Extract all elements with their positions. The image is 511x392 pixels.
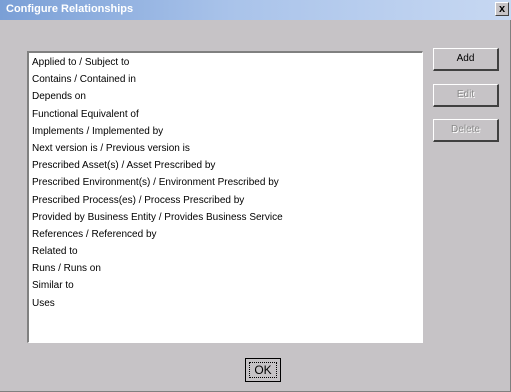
close-button[interactable]: x xyxy=(495,2,509,16)
list-item[interactable]: Depends on xyxy=(32,88,422,105)
list-item[interactable]: Implements / Implemented by xyxy=(32,123,422,140)
list-item[interactable]: Prescribed Asset(s) / Asset Prescribed b… xyxy=(32,157,422,174)
relationships-listbox[interactable]: Applied to / Subject to Contains / Conta… xyxy=(27,51,423,343)
list-item[interactable]: Uses xyxy=(32,295,422,312)
list-item[interactable]: Runs / Runs on xyxy=(32,260,422,277)
list-item[interactable]: Provided by Business Entity / Provides B… xyxy=(32,209,422,226)
configure-relationships-dialog: Configure Relationships x Applied to / S… xyxy=(0,0,511,392)
list-item[interactable]: Similar to xyxy=(32,277,422,294)
edit-button[interactable]: Edit xyxy=(433,84,499,107)
list-item[interactable]: References / Referenced by xyxy=(32,226,422,243)
window-title: Configure Relationships xyxy=(6,3,134,15)
list-item[interactable]: Functional Equivalent of xyxy=(32,106,422,123)
relationships-list: Applied to / Subject to Contains / Conta… xyxy=(29,53,422,312)
ok-button-label: OK xyxy=(249,362,277,378)
list-item[interactable]: Contains / Contained in xyxy=(32,71,422,88)
close-icon: x xyxy=(498,3,506,15)
delete-button[interactable]: Delete xyxy=(433,119,499,142)
list-item[interactable]: Applied to / Subject to xyxy=(32,54,422,71)
list-item[interactable]: Prescribed Environment(s) / Environment … xyxy=(32,174,422,191)
list-item[interactable]: Prescribed Process(es) / Process Prescri… xyxy=(32,192,422,209)
list-item[interactable]: Next version is / Previous version is xyxy=(32,140,422,157)
title-bar[interactable]: Configure Relationships x xyxy=(0,0,511,20)
list-item[interactable]: Related to xyxy=(32,243,422,260)
add-button[interactable]: Add xyxy=(433,48,499,71)
ok-button[interactable]: OK xyxy=(245,358,281,382)
